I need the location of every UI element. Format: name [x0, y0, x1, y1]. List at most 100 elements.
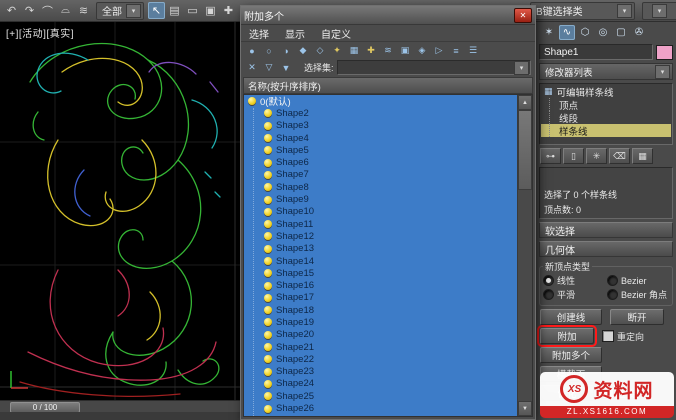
list-item[interactable]: Shape24 — [244, 378, 517, 390]
tab-display[interactable]: ▢ — [613, 25, 629, 40]
menu-item[interactable]: 显示 — [277, 26, 313, 41]
secondary-dropdown[interactable]: ▾ — [642, 1, 676, 20]
create-line-button[interactable]: 创建线 — [540, 309, 602, 325]
list-item[interactable]: Shape13 — [244, 243, 517, 255]
display-xrefs-icon[interactable]: ◈ — [415, 44, 429, 58]
tree-view-icon[interactable]: ☰ — [466, 44, 480, 58]
display-helpers-icon[interactable]: ✚ — [364, 44, 378, 58]
redo-icon[interactable]: ↷ — [21, 2, 38, 19]
window-crossing-icon[interactable]: ▣ — [202, 2, 219, 19]
make-unique-icon[interactable]: ✳ — [586, 148, 607, 164]
list-item[interactable]: Shape18 — [244, 304, 517, 316]
scrollbar-thumb[interactable] — [518, 110, 532, 190]
filter-combinations-icon[interactable]: ▼ — [279, 61, 293, 75]
select-by-name-icon[interactable]: ▤ — [166, 2, 183, 19]
list-item[interactable]: Shape26 — [244, 402, 517, 414]
selection-set-dropdown[interactable]: ▾ — [336, 60, 531, 75]
selection-filter-dropdown[interactable]: 全部 ▾ — [96, 1, 144, 20]
list-item[interactable]: Shape21 — [244, 341, 517, 353]
list-item[interactable]: Shape23 — [244, 366, 517, 378]
stack-item-spline[interactable]: 样条线 — [541, 124, 671, 138]
display-shapes-icon[interactable]: ◇ — [313, 44, 327, 58]
menu-item[interactable]: 自定义 — [313, 26, 359, 41]
list-item[interactable]: Shape8 — [244, 181, 517, 193]
dialog-titlebar[interactable]: 附加多个 ✕ — [241, 6, 535, 25]
display-geometry-icon[interactable]: ◆ — [296, 44, 310, 58]
list-item[interactable]: Shape14 — [244, 255, 517, 267]
bind-to-space-warp-icon[interactable]: ≋ — [75, 2, 92, 19]
list-item[interactable]: Shape25 — [244, 390, 517, 402]
unlink-selection-icon[interactable]: ⌓ — [57, 2, 74, 19]
list-item[interactable]: Shape5 — [244, 144, 517, 156]
named-selection-sets-dropdown[interactable]: B键选择类 ▾ — [530, 1, 635, 20]
list-item[interactable]: Shape10 — [244, 206, 517, 218]
list-item[interactable]: Shape11 — [244, 218, 517, 230]
list-item[interactable]: Shape9 — [244, 193, 517, 205]
pin-stack-icon[interactable]: ⊶ — [540, 148, 561, 164]
tab-motion[interactable]: ◎ — [595, 25, 611, 40]
select-object-icon[interactable]: ↖ — [148, 2, 165, 19]
list-item-root[interactable]: 0(默认) — [244, 95, 517, 108]
remove-modifier-icon[interactable]: ⌫ — [609, 148, 630, 164]
list-item[interactable]: Shape4 — [244, 132, 517, 144]
display-bones-icon[interactable]: ▷ — [432, 44, 446, 58]
radio-bezier[interactable]: Bezier — [607, 274, 669, 287]
list-item[interactable]: Shape6 — [244, 156, 517, 168]
display-none-icon[interactable]: ○ — [262, 44, 276, 58]
tab-utilities[interactable]: ✇ — [631, 25, 647, 40]
display-space-warps-icon[interactable]: ≋ — [381, 44, 395, 58]
stack-item-editable-spline[interactable]: ▦ 可编辑样条线 — [541, 85, 671, 99]
display-groups-icon[interactable]: ▣ — [398, 44, 412, 58]
tab-create[interactable]: ✶ — [541, 25, 557, 40]
object-name-field[interactable]: Shape1 — [539, 44, 653, 60]
list-item[interactable]: Shape17 — [244, 292, 517, 304]
attach-multiple-button[interactable]: 附加多个 — [540, 347, 602, 363]
scrollbar-track[interactable] — [518, 110, 532, 401]
list-item[interactable]: Shape15 — [244, 267, 517, 279]
list-item[interactable]: Shape22 — [244, 353, 517, 365]
radio-linear[interactable]: 线性 — [543, 274, 605, 287]
list-item[interactable]: Shape27 — [244, 415, 517, 416]
rollout-soft-selection[interactable]: 软选择 — [539, 222, 673, 238]
radio-bezier-corner[interactable]: Bezier 角点 — [607, 288, 669, 301]
modifier-list-dropdown[interactable]: 修改器列表 ▾ — [539, 63, 673, 80]
select-and-link-icon[interactable]: ⌒ — [39, 2, 56, 19]
display-cameras-icon[interactable]: ▦ — [347, 44, 361, 58]
display-invert-icon[interactable]: ◑ — [279, 44, 293, 58]
list-scrollbar[interactable]: ▲ ▼ — [517, 95, 532, 416]
show-end-result-icon[interactable]: ▯ — [563, 148, 584, 164]
tab-hierarchy[interactable]: ⬡ — [577, 25, 593, 40]
select-and-move-icon[interactable]: ✚ — [220, 2, 237, 19]
undo-icon[interactable]: ↶ — [3, 2, 20, 19]
viewport-label[interactable]: [+][活动][真实] — [6, 25, 74, 40]
scroll-up-icon[interactable]: ▲ — [518, 95, 532, 110]
list-item[interactable]: Shape20 — [244, 329, 517, 341]
break-button[interactable]: 断开 — [610, 309, 664, 325]
filter-icon[interactable]: ▽ — [262, 61, 276, 75]
tab-modify[interactable]: ∿ — [559, 25, 575, 40]
attach-button[interactable]: 附加 — [537, 325, 597, 347]
list-item[interactable]: Shape19 — [244, 316, 517, 328]
stack-item-vertex[interactable]: 顶点 — [541, 98, 671, 112]
list-item[interactable]: Shape7 — [244, 169, 517, 181]
display-lights-icon[interactable]: ✦ — [330, 44, 344, 58]
stack-item-segment[interactable]: 线段 — [541, 111, 671, 125]
list-sort-header[interactable]: 名称(按升序排序) — [243, 77, 533, 94]
list-item[interactable]: Shape2 — [244, 107, 517, 119]
list-view-icon[interactable]: ≡ — [449, 44, 463, 58]
display-all-icon[interactable]: ● — [245, 44, 259, 58]
list-item[interactable]: Shape12 — [244, 230, 517, 242]
list-item[interactable]: Shape3 — [244, 120, 517, 132]
list-item[interactable]: Shape16 — [244, 279, 517, 291]
configure-modifier-sets-icon[interactable]: ▦ — [632, 148, 653, 164]
scroll-down-icon[interactable]: ▼ — [518, 401, 532, 416]
reorient-checkbox[interactable]: 重定向 — [602, 330, 644, 343]
menu-item[interactable]: 选择 — [241, 26, 277, 41]
rollout-geometry[interactable]: 几何体 — [539, 241, 673, 257]
radio-smooth[interactable]: 平滑 — [543, 288, 605, 301]
rectangular-selection-region-icon[interactable]: ▭ — [184, 2, 201, 19]
close-icon[interactable]: ✕ — [514, 7, 532, 23]
select-none-icon[interactable]: ✕ — [245, 61, 259, 75]
list-item-label: Shape19 — [276, 316, 315, 328]
object-color-swatch[interactable] — [656, 44, 673, 60]
